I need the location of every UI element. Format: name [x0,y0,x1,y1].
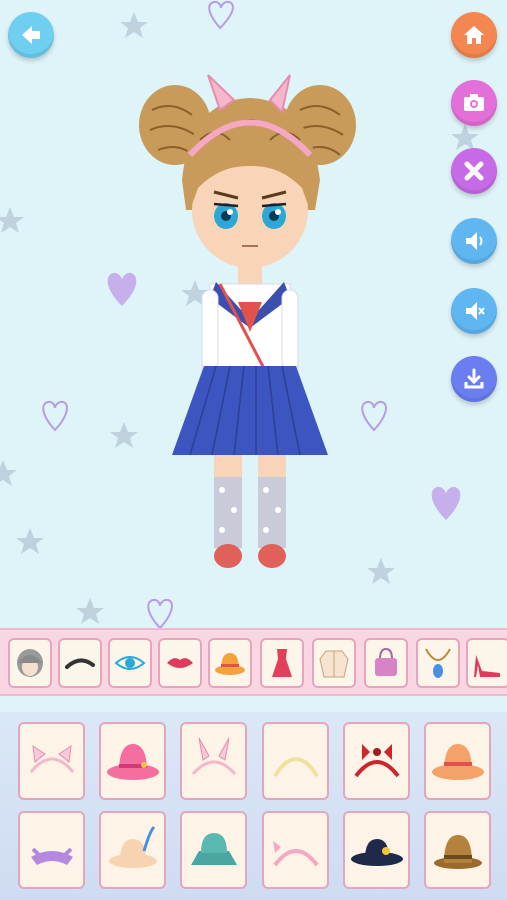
item-yellow-headband[interactable] [262,722,329,800]
pink-sun-hat-icon [106,744,159,780]
item-bunny-ear-headband[interactable] [180,722,247,800]
lips-icon [167,658,193,668]
home-button[interactable] [451,12,497,58]
home-icon [464,26,484,44]
tab-hats[interactable] [208,638,252,688]
bag-icon [375,647,397,676]
tab-shoes[interactable] [466,638,507,688]
hat-icon [215,653,245,675]
back-button[interactable] [8,12,54,58]
item-feather-fedora[interactable] [99,811,166,889]
save-button[interactable] [451,356,497,402]
camera-button[interactable] [451,80,497,126]
doll-stage [0,0,507,628]
pink-bow-headband-icon [272,841,319,867]
tab-bags[interactable] [364,638,408,688]
tab-hair[interactable] [8,638,52,688]
yellow-headband-icon [272,757,319,778]
jacket-icon [319,650,349,678]
hair-icon [17,649,43,677]
item-red-bow-headband[interactable] [343,722,410,800]
eyebrow-icon [65,658,95,669]
purple-bandana-icon [30,847,73,865]
item-grid [0,712,507,900]
feather-fedora-icon [108,825,157,868]
orange-bucket-hat-icon [431,744,484,780]
sound-on-button[interactable] [451,218,497,264]
reset-button[interactable] [451,148,497,194]
category-tab-bar [0,628,507,696]
red-bow-headband-icon [353,744,400,778]
item-teal-bucket-hat[interactable] [180,811,247,889]
tab-eyes[interactable] [108,638,152,688]
eye-icon [114,656,146,670]
navy-flower-hat-icon [350,839,403,866]
necklace-icon [425,648,451,678]
sound-off-button[interactable] [451,288,497,334]
tab-necklaces[interactable] [416,638,460,688]
speaker-icon [466,232,483,250]
camera-icon [464,94,484,111]
teal-bucket-hat-icon [190,833,237,865]
tab-lips[interactable] [158,638,202,688]
skirt [172,366,328,455]
item-cat-ear-headband[interactable] [18,722,85,800]
doll-character [139,74,356,568]
cat-ear-headband-icon [29,744,74,773]
close-icon [464,161,484,181]
speaker-mute-icon [466,302,485,320]
tab-dresses[interactable] [260,638,304,688]
item-pink-sun-hat[interactable] [99,722,166,800]
high-heel-icon [474,655,500,677]
brown-cap-icon [433,835,482,869]
item-navy-flower-hat[interactable] [343,811,410,889]
download-icon [464,368,484,389]
left-shoe [214,544,242,568]
item-orange-bucket-hat[interactable] [424,722,491,800]
tab-eyebrows[interactable] [58,638,102,688]
dress-icon [272,649,292,677]
item-pink-bow-headband[interactable] [262,811,329,889]
back-arrow-icon [22,26,40,44]
item-brown-cap[interactable] [424,811,491,889]
item-purple-bandana[interactable] [18,811,85,889]
right-shoe [258,544,286,568]
bunny-ear-headband-icon [191,737,236,776]
tab-jackets[interactable] [312,638,356,688]
